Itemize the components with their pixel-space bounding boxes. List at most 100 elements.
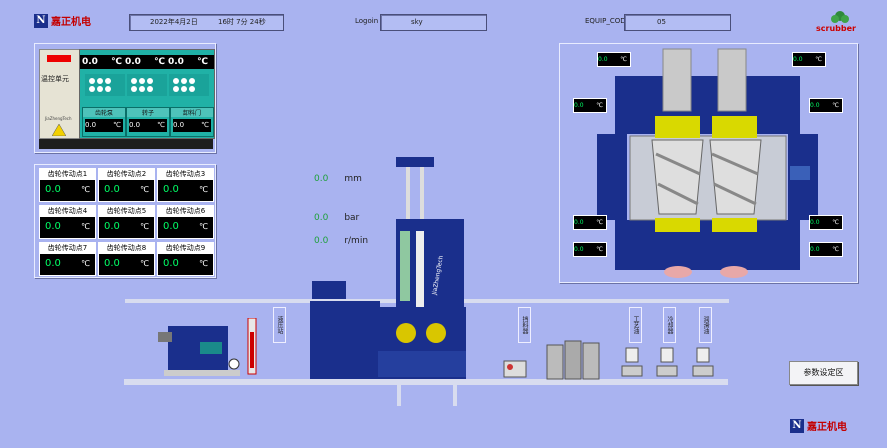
panel-base [39,139,213,149]
gear-points-panel: 齿轮传动点1 0.0 ℃ 齿轮传动点2 0.0 ℃ 齿轮传动点3 0.0 ℃ 齿轮传动点4 0… [34,164,216,278]
temp-control-brand: JiaZhengTech [45,116,72,121]
mixer-temp-1-unit: ℃ [620,56,627,63]
gear-point-6-label: 齿轮传动点6 [158,206,213,217]
process-oil-pump [621,347,643,377]
temp-display-3: 0.0 ℃ [168,57,208,67]
temp-display-2-value: 0.0 [125,57,141,67]
mixer-temp-6: 0.0 ℃ [809,215,843,230]
mixer-temp-5-value: 0.0 [574,219,584,226]
mixer-rotor-panel: 0.0 ℃ 0.0 ℃ 0.0 ℃ 0.0 ℃ 0.0 ℃ 0.0 ℃ 0.0 ℃ 0.0 ℃ [559,43,858,283]
gear-point-1-label: 齿轮传动点1 [40,169,95,180]
gear-point-4: 齿轮传动点4 0.0 ℃ [39,205,96,239]
mixer-temp-1: 0.0 ℃ [597,52,631,67]
scrubber-logo-text: scrubber [816,24,856,33]
temp-control-panel: 温控单元 JiaZhengTech 0.0 ℃ 0.0 ℃ 0.0 ℃ 齿轮泵 … [34,43,216,153]
temp-display-1-value: 0.0 [82,57,98,67]
mixer-temp-6-value: 0.0 [810,219,820,226]
gear-point-8-value: 0.0 [104,258,120,269]
mixer-temp-6-unit: ℃ [832,219,839,226]
scrubber-logo: scrubber [816,10,864,34]
mixer-temp-7: 0.0 ℃ [573,242,607,257]
gear-point-5-unit: ℃ [140,222,149,231]
zone-2-unit: ℃ [157,121,165,129]
gear-point-8-label: 齿轮传动点8 [99,243,154,254]
mixer-temp-3: 0.0 ℃ [573,98,607,113]
gear-point-7-value: 0.0 [45,258,61,269]
gear-point-3: 齿轮传动点3 0.0 ℃ [157,168,214,202]
gear-point-6-value: 0.0 [163,221,179,232]
zone-1-value: 0.0 [85,121,97,129]
gear-point-4-value: 0.0 [45,221,61,232]
mixer-temp-7-unit: ℃ [596,246,603,253]
gear-point-1-unit: ℃ [81,185,90,194]
gear-point-3-label: 齿轮传动点3 [158,169,213,180]
zone-2: 转子 0.0 ℃ [126,107,170,137]
parameter-settings-button[interactable]: 参数设定区 [789,361,858,385]
footer-logo-text: 嘉正机电 [807,422,847,433]
mixer-temp-3-unit: ℃ [596,102,603,109]
zone-3-display: 0.0 ℃ [173,119,211,132]
mixer-temp-8-value: 0.0 [810,246,820,253]
equip-code-value: 05 [657,18,666,26]
zone-2-label: 转子 [127,108,169,117]
gear-point-1: 齿轮传动点1 0.0 ℃ [39,168,96,202]
alarm-lamp [47,55,71,62]
zone-1-display: 0.0 ℃ [85,119,123,132]
zone-2-value: 0.0 [129,121,141,129]
mixer-temp-3-value: 0.0 [574,102,584,109]
gear-point-8: 齿轮传动点8 0.0 ℃ [98,242,155,276]
gear-point-4-unit: ℃ [81,222,90,231]
label-cooler: 冷却器 [663,307,676,343]
zone-1: 齿轮泵 0.0 ℃ [82,107,126,137]
zone-3: 卸料门 0.0 ℃ [170,107,214,137]
zone-3-label: 卸料门 [171,108,213,117]
zone-2-display: 0.0 ℃ [129,119,167,132]
temp-display-3-unit: ℃ [197,57,208,67]
mixer-temp-8: 0.0 ℃ [809,242,843,257]
gear-point-2: 齿轮传动点2 0.0 ℃ [98,168,155,202]
label-process-oil: 工艺油 [629,307,642,343]
gear-point-4-label: 齿轮传动点4 [40,206,95,217]
equip-code-field[interactable]: 05 [624,14,731,31]
label-hydraulic-station: 液压站 [273,307,286,343]
temp-display-1: 0.0 ℃ [82,57,122,67]
cooler-pump [656,347,678,377]
label-lube-oil: 润滑油 [699,307,712,343]
temp-display-1-unit: ℃ [111,57,122,67]
temp-display-3-value: 0.0 [168,57,184,67]
gear-point-6: 齿轮传动点6 0.0 ℃ [157,205,214,239]
mixer-temp-8-unit: ℃ [832,246,839,253]
support-leg-left [397,384,401,406]
brand-mark-icon: N [34,13,48,28]
temp-control-cabinet: 0.0 ℃ 0.0 ℃ 0.0 ℃ 齿轮泵 0.0 ℃ 转子 0.0 ℃ 卸料门 0… [79,49,215,139]
control-pad-1 [85,74,125,96]
support-leg-right [453,384,457,406]
login-value: sky [411,18,423,26]
mixer-temp-1-value: 0.0 [598,56,608,63]
time-text: 16时 7分 24秒 [218,18,266,26]
gear-point-3-unit: ℃ [199,185,208,194]
mixer-temp-4: 0.0 ℃ [809,98,843,113]
gear-point-3-value: 0.0 [163,184,179,195]
gear-point-6-unit: ℃ [199,222,208,231]
control-pad-3 [169,74,209,96]
footer-mark-icon: N [790,418,804,433]
label-stopper: 挡料器 [518,307,531,343]
temp-control-box: 温控单元 JiaZhengTech [39,49,80,139]
login-label: Logoin [355,17,379,25]
gear-point-7-unit: ℃ [81,259,90,268]
control-cabinets [546,340,600,380]
gear-point-2-value: 0.0 [104,184,120,195]
mixer-temp-5: 0.0 ℃ [573,215,607,230]
gear-point-7: 齿轮传动点7 0.0 ℃ [39,242,96,276]
control-pad-2 [127,74,167,96]
date-text: 2022年4月2日 [150,18,198,26]
gear-point-5-label: 齿轮传动点5 [99,206,154,217]
footer-logo: N 嘉正机电 [790,418,847,433]
gear-point-5-value: 0.0 [104,221,120,232]
zone-1-unit: ℃ [113,121,121,129]
gear-point-7-label: 齿轮传动点7 [40,243,95,254]
login-field[interactable]: sky [380,14,487,31]
gear-point-9-unit: ℃ [199,259,208,268]
internal-mixer-machine: JiaZhengTech [310,157,466,379]
